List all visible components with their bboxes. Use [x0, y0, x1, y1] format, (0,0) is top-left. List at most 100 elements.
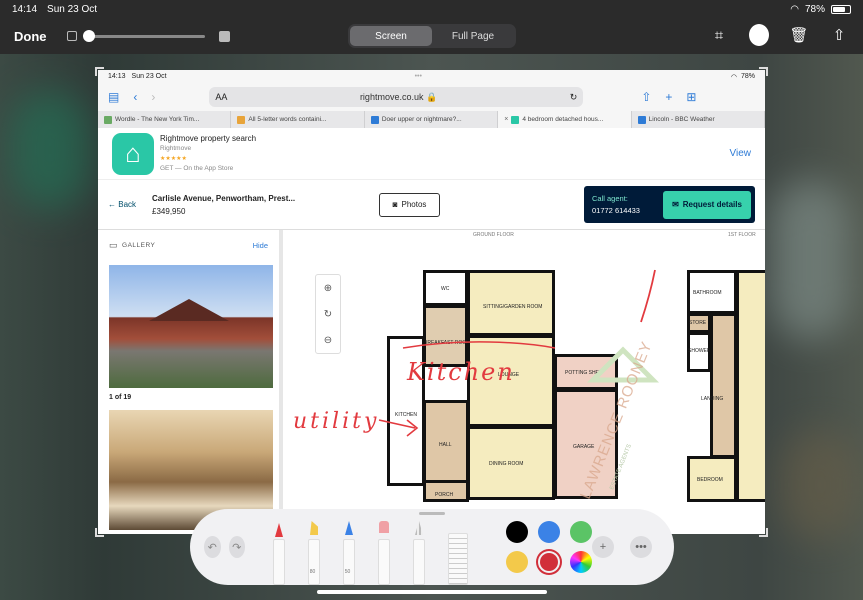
new-tab-icon[interactable]: +	[665, 90, 672, 104]
text-size-button[interactable]: AA	[215, 92, 227, 102]
tab-label: All 5-letter words containi...	[248, 116, 327, 123]
tab-wordle[interactable]: Wordle - The New York Tim...	[98, 111, 232, 128]
request-label: Request details	[682, 200, 742, 209]
screenshot-wifi-icon: ◠	[730, 73, 737, 81]
color-swatches	[506, 521, 592, 573]
undo-button[interactable]: ↶	[204, 536, 221, 558]
hide-gallery-button[interactable]: Hide	[253, 241, 268, 250]
share-icon[interactable]: ⇧	[829, 24, 849, 46]
photos-button[interactable]: ◙ Photos	[379, 192, 441, 217]
multitasking-dots-icon: •••	[414, 73, 422, 80]
crop-icon[interactable]	[66, 31, 77, 41]
browser-tab-bar: Wordle - The New York Tim... All 5-lette…	[98, 111, 765, 128]
more-options-button[interactable]: •••	[630, 536, 652, 558]
screenshot-date: Sun 23 Oct	[131, 73, 167, 80]
tab-label: Wordle - The New York Tim...	[115, 116, 200, 123]
crop-handle-top-left[interactable]	[95, 67, 104, 76]
text-recognition-icon[interactable]: ⌗	[709, 24, 729, 46]
app-developer: Rightmove	[160, 144, 192, 152]
pen-tool[interactable]	[273, 515, 285, 585]
share-icon[interactable]: ⇧	[641, 90, 651, 104]
listing-address: Carlisle Avenue, Penwortham, Prest...	[152, 193, 296, 203]
call-agent-label: Call agent:	[592, 193, 628, 203]
ruler-tool[interactable]	[448, 515, 468, 585]
handwritten-markup: Kitchen utility	[293, 269, 656, 437]
floorplan-viewer[interactable]: GROUND FLOOR 1ST FLOOR ⊕ ↻ ⊖ WC SITTING/…	[283, 230, 765, 534]
color-blue[interactable]	[538, 521, 560, 543]
trash-icon[interactable]: 🗑	[789, 24, 809, 46]
battery-icon	[831, 4, 851, 14]
forward-chevron-icon[interactable]: ›	[151, 90, 155, 104]
capture-mode-segmented-control: Screen Full Page	[348, 24, 516, 48]
utility-annotation: utility	[293, 409, 379, 434]
view-app-button[interactable]: View	[730, 148, 752, 159]
color-red-selected[interactable]	[540, 553, 558, 571]
full-page-mode-tab[interactable]: Full Page	[432, 26, 514, 46]
tab-label: Doer upper or nightmare?...	[381, 116, 462, 123]
crop-handle-top-right[interactable]	[759, 67, 768, 76]
status-date: Sun 23 Oct	[47, 3, 98, 15]
screenshot-status-bar: 14:13 Sun 23 Oct ••• ◠ 78%	[98, 70, 765, 83]
tab-doer-upper[interactable]: Doer upper or nightmare?...	[365, 111, 499, 128]
screen-mode-tab[interactable]: Screen	[350, 26, 432, 46]
request-details-button[interactable]: ✉ Request details	[663, 190, 751, 219]
home-indicator[interactable]	[316, 590, 547, 594]
photos-label: Photos	[401, 200, 427, 209]
tab-5-letter-words[interactable]: All 5-letter words containi...	[231, 111, 365, 128]
done-button[interactable]: Done	[14, 29, 47, 44]
screenshot-battery: 78%	[740, 72, 755, 80]
kitchen-annotation: Kitchen	[406, 358, 515, 386]
reload-icon[interactable]: ↻	[570, 92, 578, 103]
tab-rightmove[interactable]: × 4 bedroom detached hous...	[498, 111, 632, 128]
color-green[interactable]	[570, 521, 592, 543]
tab-label: 4 bedroom detached hous...	[522, 116, 604, 123]
background-blob	[780, 430, 860, 540]
pencil-size: 50	[344, 569, 351, 575]
back-chevron-icon[interactable]: ‹	[133, 90, 137, 104]
crop-handle-bottom-right[interactable]	[759, 528, 768, 537]
background-blob	[770, 180, 850, 340]
tab-favicon	[237, 115, 246, 124]
tab-bbc-weather[interactable]: Lincoln - BBC Weather	[632, 111, 765, 128]
gallery-heading: GALLERY	[122, 242, 156, 249]
camera-icon: ◙	[392, 200, 398, 209]
lock-icon: 🔒	[425, 91, 438, 102]
tab-overview-icon[interactable]: ⊞	[686, 90, 696, 104]
back-link[interactable]: ← Back	[108, 200, 136, 209]
listing-header: ← Back Carlisle Avenue, Penwortham, Pres…	[98, 180, 765, 230]
screenshot-canvas[interactable]: 14:13 Sun 23 Oct ••• ◠ 78% ▤ ‹ › AA righ…	[98, 70, 765, 534]
eraser-tool[interactable]	[378, 515, 390, 585]
tab-favicon	[370, 115, 379, 124]
marker-size: 80	[309, 569, 316, 575]
marker-tool[interactable]: 80	[308, 515, 320, 585]
app-store-banner: ⌂ Rightmove property search Rightmove ★★…	[98, 128, 765, 180]
color-black[interactable]	[506, 521, 528, 543]
screenshot-time: 14:13	[108, 73, 126, 80]
app-store-text: GET — On the App Store	[160, 164, 234, 172]
exterior-photo[interactable]	[109, 265, 273, 388]
rightmove-app-icon: ⌂	[112, 132, 154, 175]
wifi-icon: ◠	[790, 3, 799, 15]
address-bar[interactable]: AA rightmove.co.uk 🔒 ↻	[209, 87, 584, 107]
tab-favicon	[104, 115, 112, 124]
crop-handle-bottom-left[interactable]	[95, 528, 104, 537]
opacity-max-icon	[218, 30, 230, 42]
close-tab-icon[interactable]: ×	[504, 116, 508, 123]
redo-button[interactable]: ↷	[228, 536, 245, 558]
background-blob	[10, 90, 90, 210]
lasso-tool[interactable]	[413, 515, 425, 585]
color-picker-wheel[interactable]	[570, 551, 592, 573]
pencil-tool[interactable]: 50	[343, 515, 355, 585]
agent-phone[interactable]: 01772 614433	[592, 205, 640, 217]
slider-knob[interactable]	[82, 29, 95, 42]
palette-grip[interactable]	[419, 512, 445, 515]
tab-label: Lincoln - BBC Weather	[648, 116, 715, 123]
color-yellow[interactable]	[506, 551, 528, 573]
device-status-bar: 14:14 Sun 23 Oct ◠ 78%	[0, 0, 863, 18]
markup-button[interactable]: ✎	[749, 24, 769, 46]
tab-favicon	[637, 115, 646, 124]
opacity-slider[interactable]	[82, 29, 205, 42]
sidebar-icon[interactable]: ▤	[108, 90, 119, 104]
add-shape-button[interactable]: +	[592, 536, 614, 558]
agent-contact-panel: Call agent: 01772 614433 ✉ Request detail…	[584, 186, 755, 223]
